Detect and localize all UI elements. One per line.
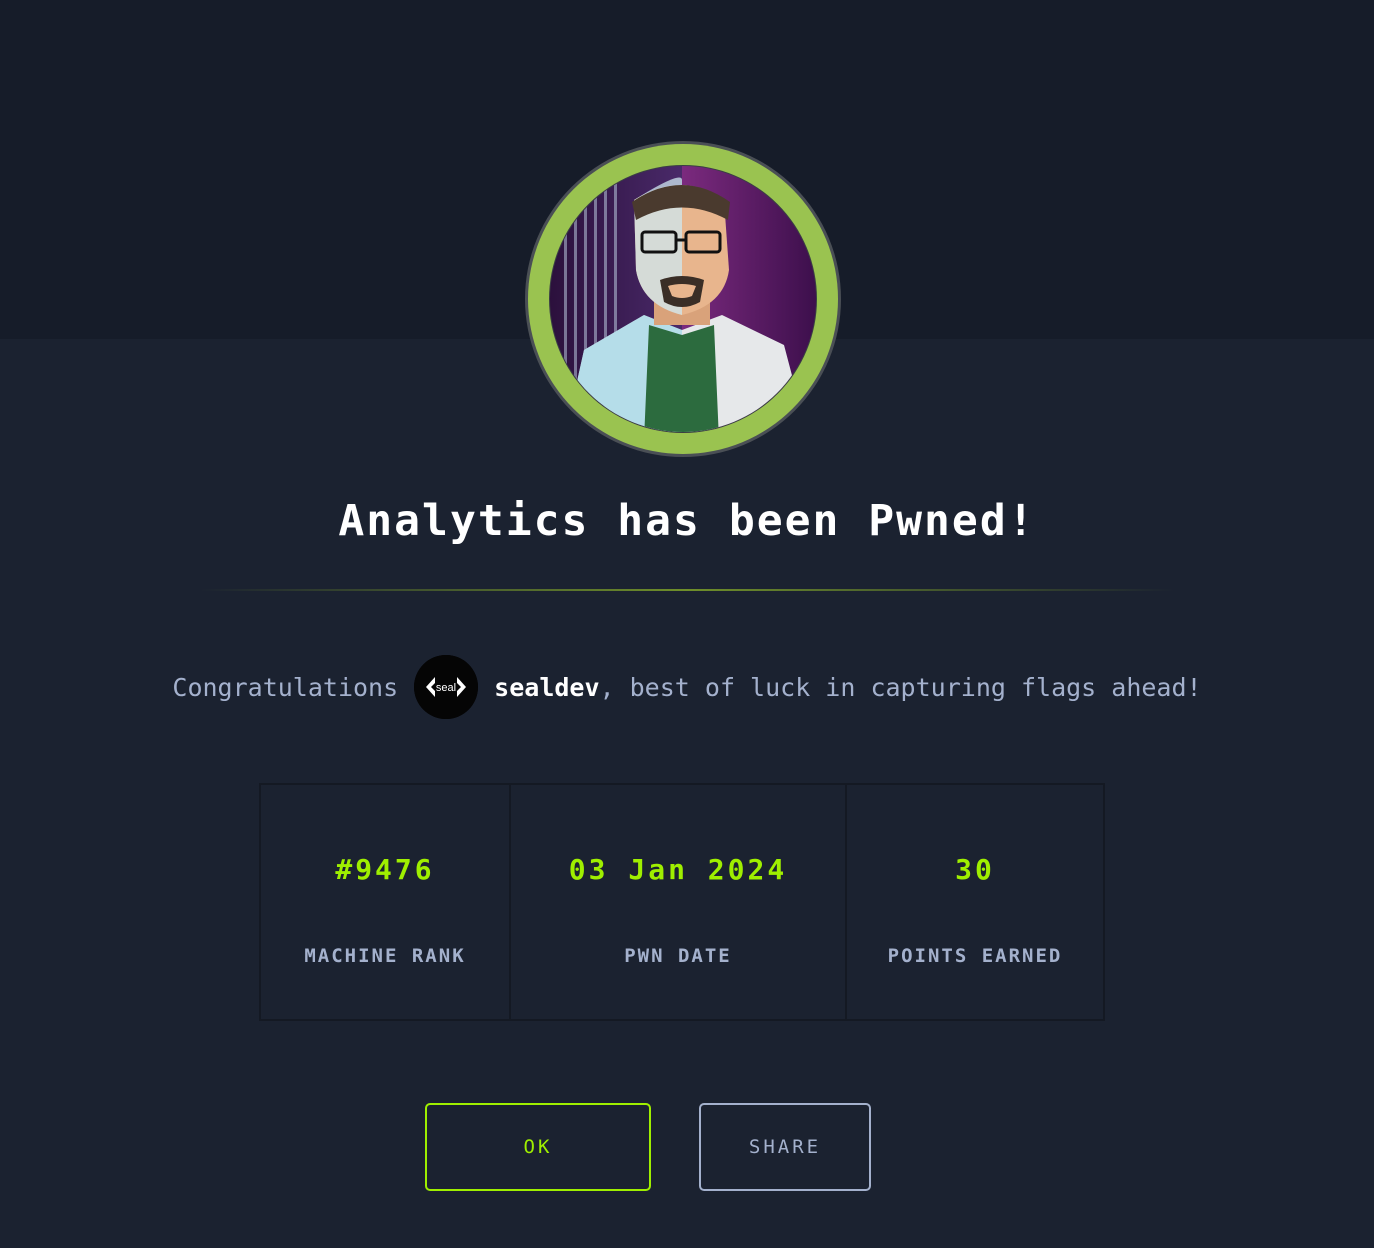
congrats-message: Congratulations seal sealdev , best of l… (0, 655, 1374, 719)
machine-avatar-icon (524, 140, 842, 458)
ok-button[interactable]: OK (425, 1103, 651, 1191)
stat-label: MACHINE RANK (304, 945, 466, 967)
stats-panel: #9476 MACHINE RANK 03 Jan 2024 PWN DATE … (259, 783, 1105, 1021)
username-link[interactable]: sealdev (494, 673, 599, 702)
stat-machine-rank: #9476 MACHINE RANK (261, 785, 511, 1019)
share-button[interactable]: SHARE (699, 1103, 871, 1191)
page-title: Analytics has been Pwned! (338, 496, 1036, 546)
stat-value: #9476 (335, 853, 435, 886)
stat-value: 03 Jan 2024 (568, 853, 788, 886)
divider (200, 589, 1174, 591)
stat-points-earned: 30 POINTS EARNED (847, 785, 1103, 1019)
stat-pwn-date: 03 Jan 2024 PWN DATE (511, 785, 847, 1019)
user-avatar-icon[interactable]: seal (414, 655, 479, 719)
stat-label: PWN DATE (624, 945, 732, 967)
stat-label: POINTS EARNED (887, 945, 1063, 967)
stat-value: 30 (955, 853, 995, 886)
congrats-suffix: , best of luck in capturing flags ahead! (599, 672, 1202, 702)
user-avatar-text: seal (436, 682, 456, 694)
congrats-prefix: Congratulations (172, 672, 399, 702)
